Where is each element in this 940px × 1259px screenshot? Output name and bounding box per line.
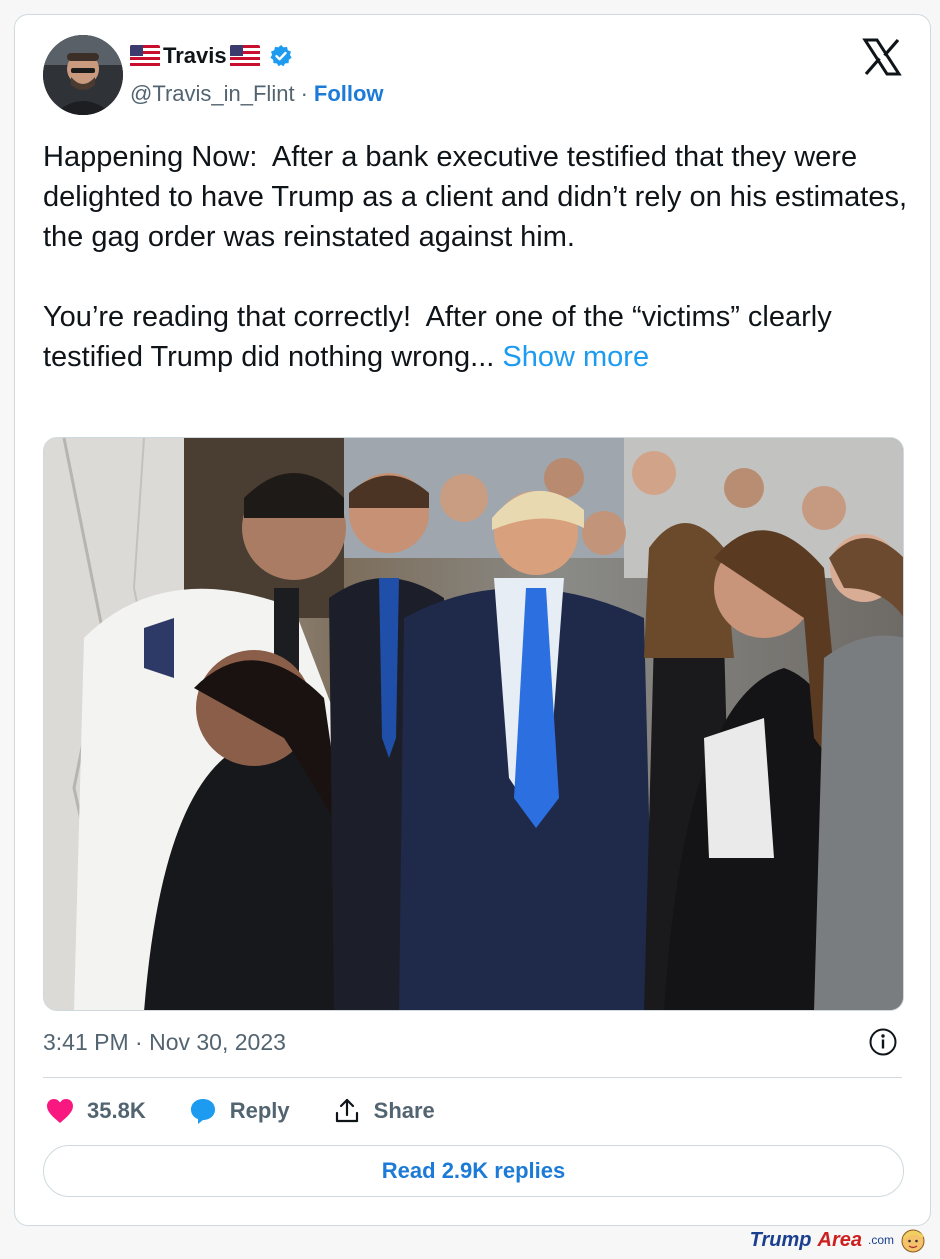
handle-row: @Travis_in_Flint · Follow	[130, 81, 384, 107]
tweet-timestamp[interactable]: 3:41 PM · Nov 30, 2023	[43, 1029, 286, 1056]
us-flag-icon	[130, 45, 160, 67]
avatar-image	[43, 35, 123, 115]
divider	[43, 1077, 902, 1078]
reply-button[interactable]: Reply	[188, 1096, 290, 1126]
like-count: 35.8K	[87, 1098, 146, 1123]
info-icon[interactable]	[868, 1027, 898, 1057]
action-bar: 35.8K Reply Share	[45, 1091, 477, 1131]
show-more-link[interactable]: Show more	[502, 341, 649, 373]
separator-dot: ·	[300, 81, 308, 106]
author-name[interactable]: Travis	[163, 43, 227, 69]
reply-label: Reply	[229, 1098, 290, 1123]
share-label: Share	[373, 1098, 435, 1123]
photo-courthouse-scene	[44, 438, 903, 1010]
avatar[interactable]	[43, 35, 123, 115]
trumparea-watermark: Trump Area .com	[750, 1227, 926, 1253]
tweet-photo[interactable]	[43, 437, 904, 1011]
read-replies-button[interactable]: Read 2.9K replies	[43, 1145, 904, 1197]
us-flag-icon	[229, 45, 260, 67]
tweet-text-paragraph-1: Happening Now: After a bank executive te…	[43, 141, 916, 253]
follow-button[interactable]: Follow	[314, 81, 384, 107]
tweet-card: Travis @Travis_in_Flint · Follow Happeni…	[14, 14, 931, 1226]
heart-icon	[47, 1099, 73, 1123]
watermark-trump-text: Trump	[749, 1228, 812, 1251]
x-logo-icon[interactable]	[862, 37, 902, 77]
tweet-text: Happening Now: After a bank executive te…	[43, 137, 913, 377]
like-button[interactable]: 35.8K	[45, 1097, 146, 1125]
tweet-text-paragraph-2: You’re reading that correctly! After one…	[43, 301, 840, 373]
watermark-area-text: Area	[817, 1228, 862, 1251]
watermark-face-icon	[901, 1229, 925, 1253]
share-upload-icon	[335, 1098, 358, 1123]
speech-bubble-icon	[190, 1099, 215, 1124]
author-name-row[interactable]: Travis	[130, 43, 293, 69]
watermark-com-text: .com	[867, 1233, 894, 1247]
author-handle[interactable]: @Travis_in_Flint	[130, 81, 295, 107]
share-button[interactable]: Share	[332, 1096, 435, 1126]
verified-badge-icon	[269, 44, 293, 68]
